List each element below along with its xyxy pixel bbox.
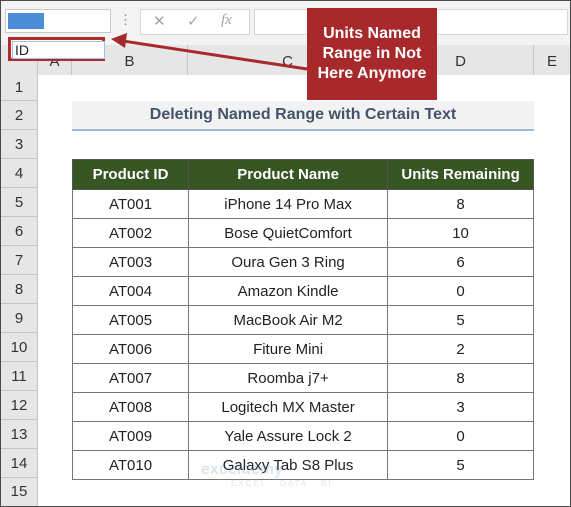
cell-units[interactable]: 0 bbox=[387, 276, 534, 306]
cell-product-name[interactable]: Fiture Mini bbox=[187, 334, 389, 364]
row-header[interactable]: 13 bbox=[1, 420, 37, 449]
cell-product-id[interactable]: AT004 bbox=[72, 276, 189, 306]
product-table: Product ID Product Name Units Remaining … bbox=[72, 159, 534, 480]
table-row: AT002 Bose QuietComfort 10 bbox=[72, 218, 534, 248]
row-header[interactable]: 3 bbox=[1, 130, 37, 159]
cell-product-id[interactable]: AT003 bbox=[72, 247, 189, 277]
cell-units[interactable]: 10 bbox=[387, 218, 534, 248]
watermark-name: exceldemy bbox=[201, 461, 283, 478]
row-header[interactable]: 9 bbox=[1, 304, 37, 333]
arrow-line bbox=[122, 39, 308, 71]
table-row: AT008 Logitech MX Master 3 bbox=[72, 392, 534, 422]
row-header[interactable]: 11 bbox=[1, 362, 37, 391]
row-header[interactable]: 6 bbox=[1, 217, 37, 246]
cell-product-name[interactable]: Roomba j7+ bbox=[187, 363, 389, 393]
cell-product-id[interactable]: AT002 bbox=[72, 218, 189, 248]
cell-units[interactable]: 6 bbox=[387, 247, 534, 277]
cell-units[interactable]: 8 bbox=[387, 363, 534, 393]
cell-product-name[interactable]: MacBook Air M2 bbox=[187, 305, 389, 335]
header-units-remaining[interactable]: Units Remaining bbox=[387, 159, 534, 190]
cell-product-name[interactable]: Bose QuietComfort bbox=[187, 218, 389, 248]
row-header-bar: 1 2 3 4 5 6 7 8 9 10 11 12 13 14 15 bbox=[1, 75, 38, 506]
header-product-id[interactable]: Product ID bbox=[72, 159, 189, 190]
row-header[interactable]: 8 bbox=[1, 275, 37, 304]
table-row: AT005 MacBook Air M2 5 bbox=[72, 305, 534, 335]
cell-product-id[interactable]: AT010 bbox=[72, 450, 189, 480]
row-header[interactable]: 12 bbox=[1, 391, 37, 420]
cell-product-id[interactable]: AT007 bbox=[72, 363, 189, 393]
watermark-logo: exceldemy EXCEL · DATA · BI bbox=[201, 461, 381, 497]
cell-units[interactable]: 3 bbox=[387, 392, 534, 422]
cell-units[interactable]: 2 bbox=[387, 334, 534, 364]
row-header[interactable]: 15 bbox=[1, 478, 37, 506]
header-product-name[interactable]: Product Name bbox=[187, 159, 389, 190]
cell-product-id[interactable]: AT001 bbox=[72, 189, 189, 219]
arrow-head bbox=[111, 33, 127, 48]
table-row: AT009 Yale Assure Lock 20 bbox=[72, 421, 534, 451]
row-header[interactable]: 10 bbox=[1, 333, 37, 362]
row-header[interactable]: 7 bbox=[1, 246, 37, 275]
table-row: AT006 Fiture Mini 2 bbox=[72, 334, 534, 364]
callout-arrow bbox=[111, 33, 308, 71]
watermark-tagline: EXCEL · DATA · BI bbox=[231, 479, 333, 488]
cell-product-id[interactable]: AT009 bbox=[72, 421, 189, 451]
cell-product-id[interactable]: AT005 bbox=[72, 305, 189, 335]
cell-units[interactable]: 5 bbox=[387, 450, 534, 480]
row-header[interactable]: 5 bbox=[1, 188, 37, 217]
cell-product-name[interactable]: Logitech MX Master bbox=[187, 392, 389, 422]
cell-product-name[interactable]: Yale Assure Lock 2 bbox=[187, 421, 389, 451]
cell-units[interactable]: 8 bbox=[387, 189, 534, 219]
callout-box: Units Named Range in Not Here Anymore bbox=[307, 8, 437, 100]
table-row: AT007 Roomba j7+ 8 bbox=[72, 363, 534, 393]
row-header[interactable]: 14 bbox=[1, 449, 37, 478]
cell-product-name[interactable]: Amazon Kindle bbox=[187, 276, 389, 306]
table-row: AT004 Amazon Kindle 0 bbox=[72, 276, 534, 306]
excel-window: ⋮ ✕ ✓ fx A B C D E 1 2 3 4 5 6 7 8 9 10 … bbox=[0, 0, 571, 507]
cell-units[interactable]: 0 bbox=[387, 421, 534, 451]
cell-product-name[interactable]: iPhone 14 Pro Max bbox=[187, 189, 389, 219]
cell-product-id[interactable]: AT006 bbox=[72, 334, 189, 364]
table-row: AT003 Oura Gen 3 Ring 6 bbox=[72, 247, 534, 277]
row-header[interactable]: 4 bbox=[1, 159, 37, 188]
cell-units[interactable]: 5 bbox=[387, 305, 534, 335]
cell-product-name[interactable]: Oura Gen 3 Ring bbox=[187, 247, 389, 277]
cell-product-id[interactable]: AT008 bbox=[72, 392, 189, 422]
table-row: AT001 iPhone 14 Pro Max 8 bbox=[72, 189, 534, 219]
